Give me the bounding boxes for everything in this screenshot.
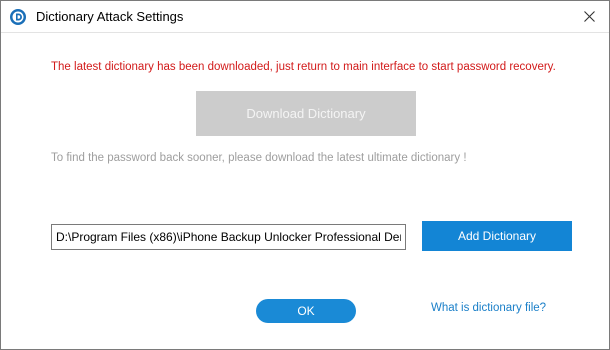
app-logo-icon xyxy=(9,8,27,26)
what-is-dictionary-file-link[interactable]: What is dictionary file? xyxy=(431,302,546,314)
status-message: The latest dictionary has been downloade… xyxy=(51,61,556,73)
dictionary-attack-settings-dialog: Dictionary Attack Settings The latest di… xyxy=(0,0,610,350)
download-hint: To find the password back sooner, please… xyxy=(51,152,467,164)
title-divider xyxy=(1,32,609,33)
ok-button[interactable]: OK xyxy=(256,299,356,323)
window-title: Dictionary Attack Settings xyxy=(36,9,184,24)
close-icon xyxy=(583,10,595,22)
dictionary-path-input[interactable] xyxy=(51,224,406,250)
title-bar: Dictionary Attack Settings xyxy=(1,1,609,33)
download-dictionary-button[interactable]: Download Dictionary xyxy=(196,91,416,136)
add-dictionary-button[interactable]: Add Dictionary xyxy=(422,221,572,251)
close-button[interactable] xyxy=(569,1,609,31)
